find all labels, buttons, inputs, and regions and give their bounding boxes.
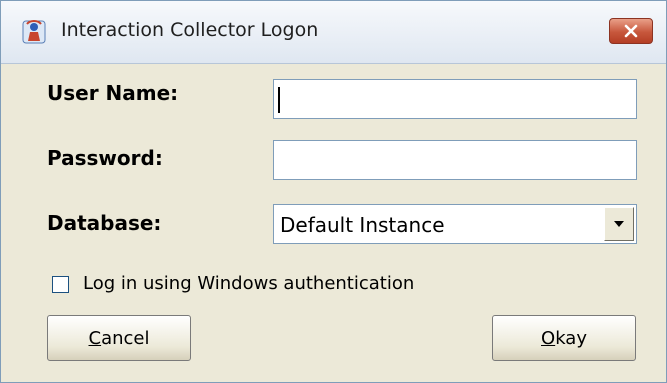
chevron-down-icon (614, 221, 624, 227)
okay-label-rest: kay (555, 327, 587, 349)
close-icon (624, 24, 638, 38)
okay-mnemonic: O (541, 327, 556, 349)
password-input[interactable] (273, 140, 637, 180)
close-button[interactable] (609, 18, 653, 44)
username-input[interactable] (273, 79, 637, 119)
windows-auth-label[interactable]: Log in using Windows authentication (83, 273, 414, 294)
logon-dialog: Interaction Collector Logon User Name: P… (0, 0, 667, 383)
password-label: Password: (47, 146, 163, 170)
collector-app-icon (21, 19, 47, 45)
text-caret (278, 87, 280, 113)
cancel-label-rest: ancel (101, 327, 150, 349)
database-selected-value: Default Instance (280, 213, 445, 237)
windows-auth-checkbox[interactable] (52, 276, 69, 293)
okay-button[interactable]: Okay (492, 315, 636, 361)
database-label: Database: (47, 211, 162, 235)
cancel-mnemonic: C (88, 327, 102, 349)
database-select[interactable]: Default Instance (273, 204, 637, 244)
database-dropdown-button[interactable] (604, 207, 634, 241)
title-bar[interactable]: Interaction Collector Logon (1, 1, 666, 64)
username-label: User Name: (47, 81, 179, 105)
window-title: Interaction Collector Logon (61, 19, 319, 41)
cancel-button[interactable]: Cancel (47, 315, 191, 361)
